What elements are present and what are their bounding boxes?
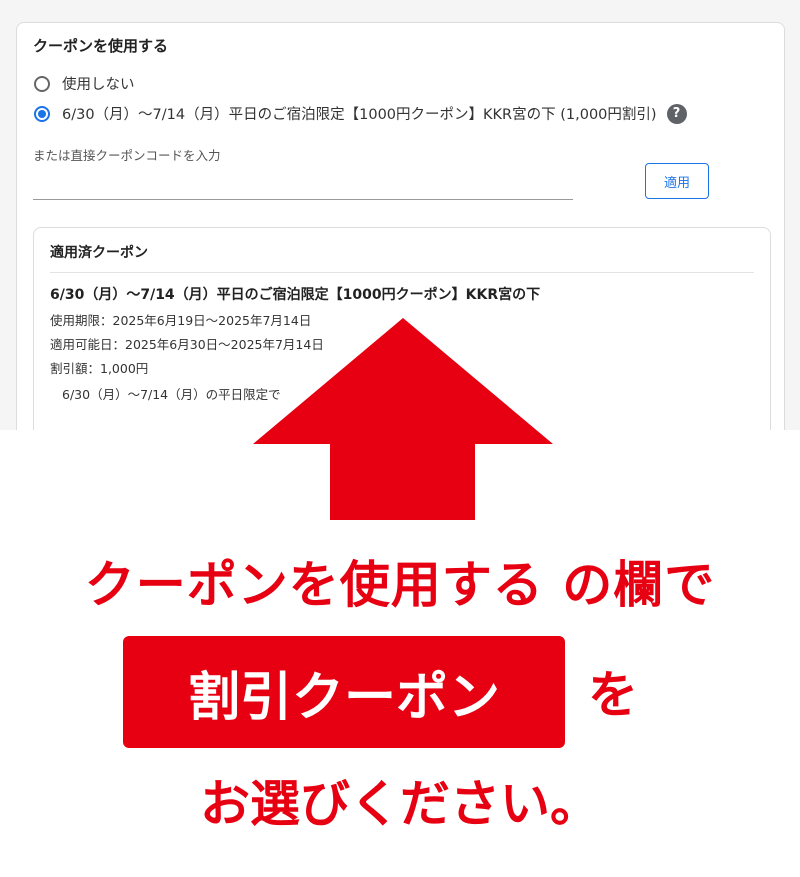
option-1000yen-coupon[interactable]: 6/30（月）〜7/14（月）平日のご宿泊限定【1000円クーポン】KKR宮の下… [34, 103, 687, 124]
coupon-code-input[interactable] [33, 169, 573, 200]
instruction-line-1: クーポンを使用する の欄で [84, 556, 716, 614]
instruction-line-3: お選びください。 [200, 775, 600, 833]
coupon-card: クーポンを使用する 使用しない 6/30（月）〜7/14（月）平日のご宿泊限定【… [16, 22, 785, 430]
applied-coupon-available: 適用可能日：2025年6月30日〜2025年7月14日 [50, 337, 324, 352]
applied-coupon-name: 6/30（月）〜7/14（月）平日のご宿泊限定【1000円クーポン】KKR宮の下 [50, 287, 541, 303]
option-1000yen-coupon-label: 6/30（月）〜7/14（月）平日のご宿泊限定【1000円クーポン】KKR宮の下… [62, 107, 657, 123]
radio-unchecked[interactable] [34, 75, 50, 92]
applied-coupon-title: 適用済クーポン [50, 245, 148, 261]
instruction-particle: を [588, 666, 638, 724]
coupon-code-label: または直接クーポンコードを入力 [33, 148, 221, 163]
option-no-coupon[interactable]: 使用しない [34, 73, 135, 94]
option-no-coupon-label: 使用しない [62, 77, 135, 93]
coupon-section-title: クーポンを使用する [33, 37, 169, 55]
radio-checked[interactable] [34, 105, 50, 122]
applied-coupon-discount: 割引額：1,000円 [50, 361, 149, 376]
applied-coupon-description: 6/30（月）〜7/14（月）の平日限定で [62, 387, 281, 402]
discount-coupon-badge-text: 割引クーポン [187, 667, 500, 728]
discount-coupon-badge: 割引クーポン [123, 636, 565, 748]
applied-coupon-period: 使用期限：2025年6月19日〜2025年7月14日 [50, 313, 312, 328]
divider [50, 272, 754, 273]
help-icon[interactable]: ? [666, 103, 687, 124]
applied-coupon-panel: 適用済クーポン 6/30（月）〜7/14（月）平日のご宿泊限定【1000円クーポ… [33, 227, 771, 430]
apply-button[interactable]: 適用 [645, 163, 709, 199]
screenshot-area: クーポンを使用する 使用しない 6/30（月）〜7/14（月）平日のご宿泊限定【… [0, 0, 800, 430]
